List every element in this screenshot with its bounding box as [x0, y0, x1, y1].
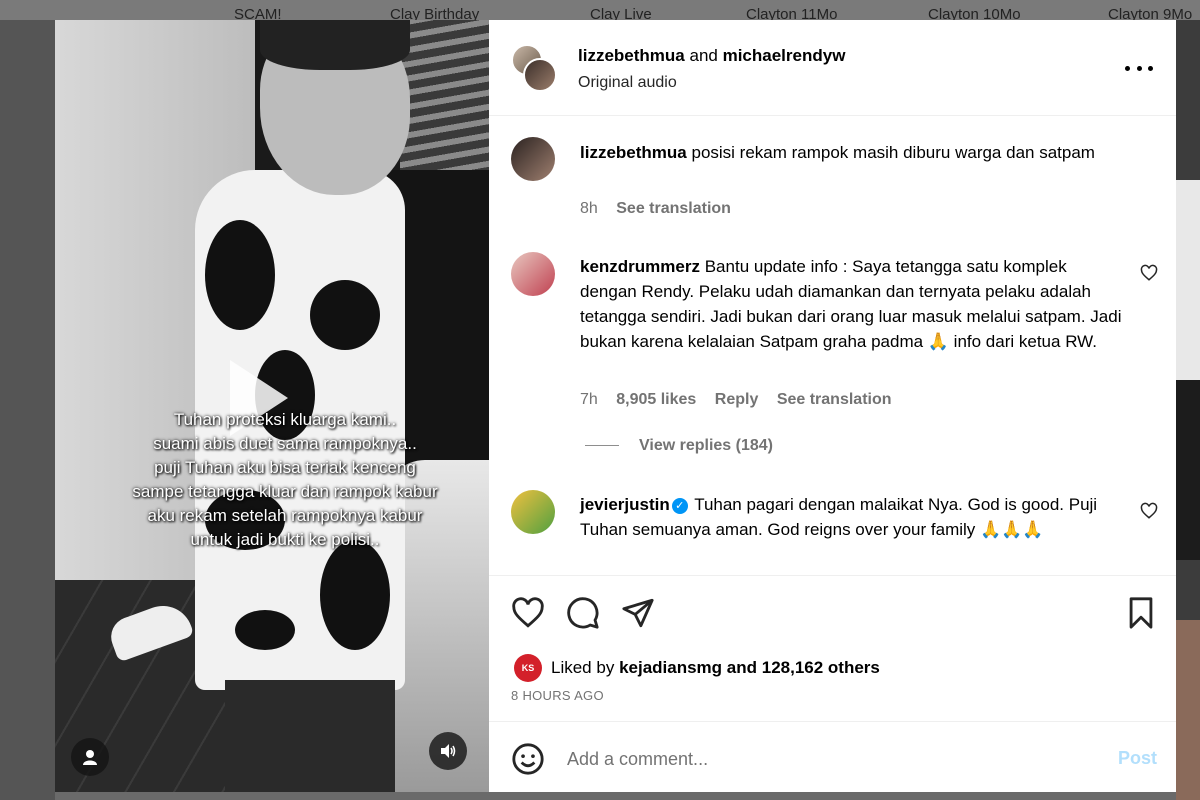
tagged-user-button[interactable]	[71, 738, 109, 776]
background-left-strip	[0, 20, 55, 800]
background-tab: SCAM!	[234, 6, 282, 20]
share-paper-plane-icon[interactable]	[621, 596, 655, 630]
comment-text: jevierjustin ✓ Tuhan pagari dengan malaik…	[580, 492, 1125, 542]
video-caption: Tuhan proteksi kluarga kami.. suami abis…	[132, 410, 438, 549]
more-options-icon[interactable]	[1125, 56, 1153, 80]
post-timestamp[interactable]: 8 HOURS AGO	[511, 688, 604, 703]
likes-count-link[interactable]: and 128,162 others	[727, 658, 880, 677]
comment-username[interactable]: jevierjustin	[580, 495, 670, 514]
comment-content: posisi rekam rampok masih diburu warga d…	[691, 143, 1095, 162]
liked-by-avatar[interactable]: KS	[514, 654, 542, 682]
view-replies-button[interactable]: View replies (184)	[585, 437, 773, 455]
avatar[interactable]	[511, 137, 555, 181]
liked-by-prefix: Liked by	[551, 658, 615, 677]
comment-bubble-icon[interactable]	[566, 596, 600, 630]
comment-time: 8h	[580, 200, 598, 217]
comment-username[interactable]: kenzdrummerz	[580, 257, 700, 276]
background-tab: Clayton 9Mo	[1108, 6, 1193, 20]
like-comment-heart-icon[interactable]	[1140, 502, 1158, 520]
audio-toggle-button[interactable]	[429, 732, 467, 770]
comment-time: 7h	[580, 391, 598, 408]
comment-meta: 7h 8,905 likes Reply See translation	[580, 391, 906, 409]
user-icon	[83, 750, 97, 765]
avatar[interactable]	[511, 252, 555, 296]
like-comment-heart-icon[interactable]	[1140, 264, 1158, 282]
background-tab: Clayton 11Mo	[746, 6, 838, 20]
original-audio-link[interactable]: Original audio	[578, 74, 677, 92]
emoji-icon[interactable]	[511, 742, 545, 776]
comment-input[interactable]	[567, 746, 1087, 772]
comment-text: lizzebethmua posisi rekam rampok masih d…	[580, 140, 1125, 165]
liked-by-text: Liked by kejadiansmg and 128,162 others	[551, 658, 880, 678]
video-player[interactable]: Tuhan proteksi kluarga kami.. suami abis…	[55, 20, 489, 792]
comment-likes[interactable]: 8,905 likes	[616, 391, 696, 408]
background-tab: Clayton 10Mo	[928, 6, 1021, 20]
background-tab-strip: SCAM! Clay Birthday Clay Live Clayton 11…	[0, 0, 1200, 20]
author-link[interactable]: michaelrendyw	[723, 46, 846, 65]
see-translation-link[interactable]: See translation	[616, 200, 731, 217]
post-authors: lizzebethmua and michaelrendyw	[578, 46, 845, 66]
collab-avatars[interactable]	[511, 44, 559, 92]
background-bottom-strip	[55, 792, 1176, 800]
see-translation-link[interactable]: See translation	[777, 391, 892, 408]
background-tab: Clay Live	[590, 6, 652, 20]
background-tab: Clay Birthday	[390, 6, 480, 20]
avatar[interactable]	[511, 490, 555, 534]
post-actions: KS Liked by kejadiansmg and 128,162 othe…	[489, 575, 1176, 721]
reply-button[interactable]: Reply	[715, 391, 759, 408]
save-bookmark-icon[interactable]	[1124, 596, 1158, 630]
post-details-panel: lizzebethmua and michaelrendyw Original …	[489, 20, 1176, 792]
add-comment-bar: Post	[489, 721, 1176, 792]
view-replies-label: View replies (184)	[639, 437, 773, 454]
replies-divider	[585, 445, 619, 447]
author-link[interactable]: lizzebethmua	[578, 46, 685, 65]
like-heart-icon[interactable]	[511, 596, 545, 630]
comment-meta: 8h See translation	[580, 200, 745, 218]
background-right-strip	[1176, 20, 1200, 800]
post-header: lizzebethmua and michaelrendyw Original …	[489, 20, 1176, 116]
comments-list[interactable]: lizzebethmua posisi rekam rampok masih d…	[489, 117, 1176, 575]
authors-connector: and	[689, 46, 718, 65]
comment-text: kenzdrummerz Bantu update info : Saya te…	[580, 254, 1125, 354]
avatar	[523, 58, 557, 92]
post-comment-button[interactable]: Post	[1118, 748, 1157, 769]
liked-by-user-link[interactable]: kejadiansmg	[619, 658, 722, 677]
verified-badge-icon: ✓	[671, 498, 688, 514]
comment-username[interactable]: lizzebethmua	[580, 143, 687, 162]
speaker-icon	[441, 744, 456, 758]
